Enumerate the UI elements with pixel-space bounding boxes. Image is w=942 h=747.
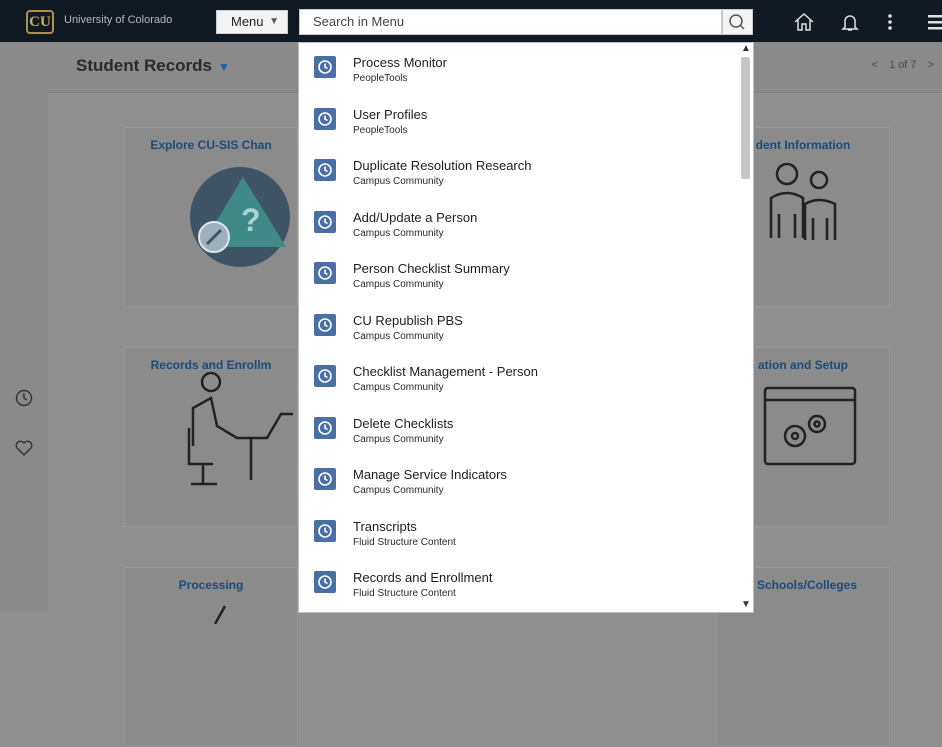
recent-clock-icon	[314, 416, 336, 439]
result-title: Manage Service Indicators	[353, 467, 507, 482]
menu-search-dropdown: Process Monitor PeopleTools User Profiles P…	[298, 42, 754, 613]
result-title: Records and Enrollment	[353, 570, 493, 585]
result-subtitle: Campus Community	[353, 176, 444, 187]
processing-icon	[213, 605, 227, 624]
result-subtitle: PeopleTools	[353, 73, 408, 84]
tile-records-enrollment[interactable]: Records and Enrollm	[124, 347, 298, 527]
kebab-icon[interactable]	[878, 12, 902, 32]
result-title: Add/Update a Person	[353, 209, 478, 225]
result-title: Person Checklist Summary	[353, 261, 510, 276]
recent-clock-icon	[314, 56, 336, 78]
recent-clock-icon	[314, 313, 336, 336]
list-item[interactable]: Duplicate Resolution Research Campus Comm…	[299, 146, 739, 198]
tile-explore[interactable]: Explore CU-SIS Chan ?	[124, 127, 298, 307]
result-title: Duplicate Resolution Research	[353, 158, 532, 173]
results-list: Process Monitor PeopleTools User Profiles P…	[299, 43, 739, 610]
result-subtitle: Fluid Structure Content	[353, 536, 456, 548]
brand-name: University of Colorado	[64, 14, 173, 26]
result-title: User Profiles	[353, 106, 428, 122]
page-title[interactable]: Student Records ▼	[76, 56, 230, 76]
svg-text:?: ?	[241, 202, 261, 238]
recent-clock-icon	[314, 571, 336, 593]
list-item[interactable]: Process Monitor PeopleTools	[299, 43, 739, 95]
result-title: CU Republish PBS	[353, 312, 463, 328]
home-icon[interactable]	[792, 12, 816, 32]
chevron-down-icon: ▼	[269, 16, 279, 27]
page-pager: < 1 of 7 >	[863, 59, 934, 71]
search-input[interactable]: Search in Menu	[299, 9, 722, 35]
list-item[interactable]: Delete Checklists Campus Community	[299, 404, 739, 456]
pager-prev-button[interactable]: <	[871, 59, 877, 71]
result-subtitle: Campus Community	[353, 485, 444, 496]
page-title-text: Student Records	[76, 56, 213, 75]
list-item[interactable]: CU Republish PBS Campus Community	[299, 301, 739, 353]
menu-button[interactable]: Menu ▼	[216, 10, 288, 34]
cu-logo[interactable]: CU	[26, 10, 54, 34]
result-title: Transcripts	[353, 518, 417, 534]
result-title: Checklist Management - Person	[353, 364, 538, 379]
search-icon	[729, 14, 745, 30]
tile-processing[interactable]: Processing	[124, 567, 298, 747]
result-subtitle: Fluid Structure Content	[353, 588, 456, 599]
list-item[interactable]: Person Checklist Summary Campus Community	[299, 249, 739, 301]
search-button[interactable]	[722, 9, 753, 35]
list-item[interactable]: Records and Enrollment Fluid Structure Co…	[299, 558, 739, 610]
list-item[interactable]: User Profiles PeopleTools	[299, 95, 739, 147]
recent-clock-icon	[314, 107, 336, 130]
recent-clock-icon	[314, 159, 336, 181]
tile-title: Processing	[178, 578, 244, 592]
result-subtitle: Campus Community	[353, 279, 444, 290]
recent-clock-icon	[314, 210, 336, 233]
list-item[interactable]: Checklist Management - Person Campus Comm…	[299, 352, 739, 404]
result-subtitle: Campus Community	[353, 382, 444, 393]
result-subtitle: PeopleTools	[353, 124, 408, 136]
pager-text: 1 of 7	[888, 59, 917, 71]
recent-clock-icon[interactable]	[14, 388, 34, 408]
bell-icon[interactable]	[838, 12, 862, 32]
scroll-up-icon[interactable]: ▲	[741, 43, 751, 54]
result-subtitle: Campus Community	[353, 433, 444, 445]
list-item[interactable]: Transcripts Fluid Structure Content	[299, 507, 739, 559]
gears-window-icon	[763, 386, 857, 466]
tile-title: Explore CU-SIS Chan	[150, 138, 272, 152]
recent-clock-icon	[314, 262, 336, 284]
scrollbar[interactable]: ▲ ▼	[738, 43, 753, 612]
scroll-down-icon[interactable]: ▼	[741, 599, 751, 610]
top-bar: CU University of Colorado Menu ▼ Search …	[0, 0, 942, 42]
favorites-heart-icon[interactable]	[14, 438, 34, 458]
list-item[interactable]: Manage Service Indicators Campus Communit…	[299, 455, 739, 507]
person-at-desk-icon	[187, 371, 293, 486]
chevron-down-icon: ▼	[218, 60, 230, 74]
result-title: Delete Checklists	[353, 415, 454, 431]
scroll-thumb[interactable]	[741, 57, 750, 179]
list-item[interactable]: Add/Update a Person Campus Community	[299, 198, 739, 250]
menu-button-label: Menu	[231, 14, 264, 29]
result-subtitle: Campus Community	[353, 227, 444, 239]
compass-question-icon: ?	[190, 167, 290, 267]
recent-clock-icon	[314, 468, 336, 490]
hamburger-icon[interactable]	[922, 12, 942, 32]
left-rail	[0, 42, 48, 613]
recent-clock-icon	[314, 519, 336, 542]
result-subtitle: Campus Community	[353, 330, 444, 342]
recent-clock-icon	[314, 365, 336, 387]
result-title: Process Monitor	[353, 55, 447, 70]
people-icon	[769, 162, 837, 240]
pager-next-button[interactable]: >	[928, 59, 934, 71]
